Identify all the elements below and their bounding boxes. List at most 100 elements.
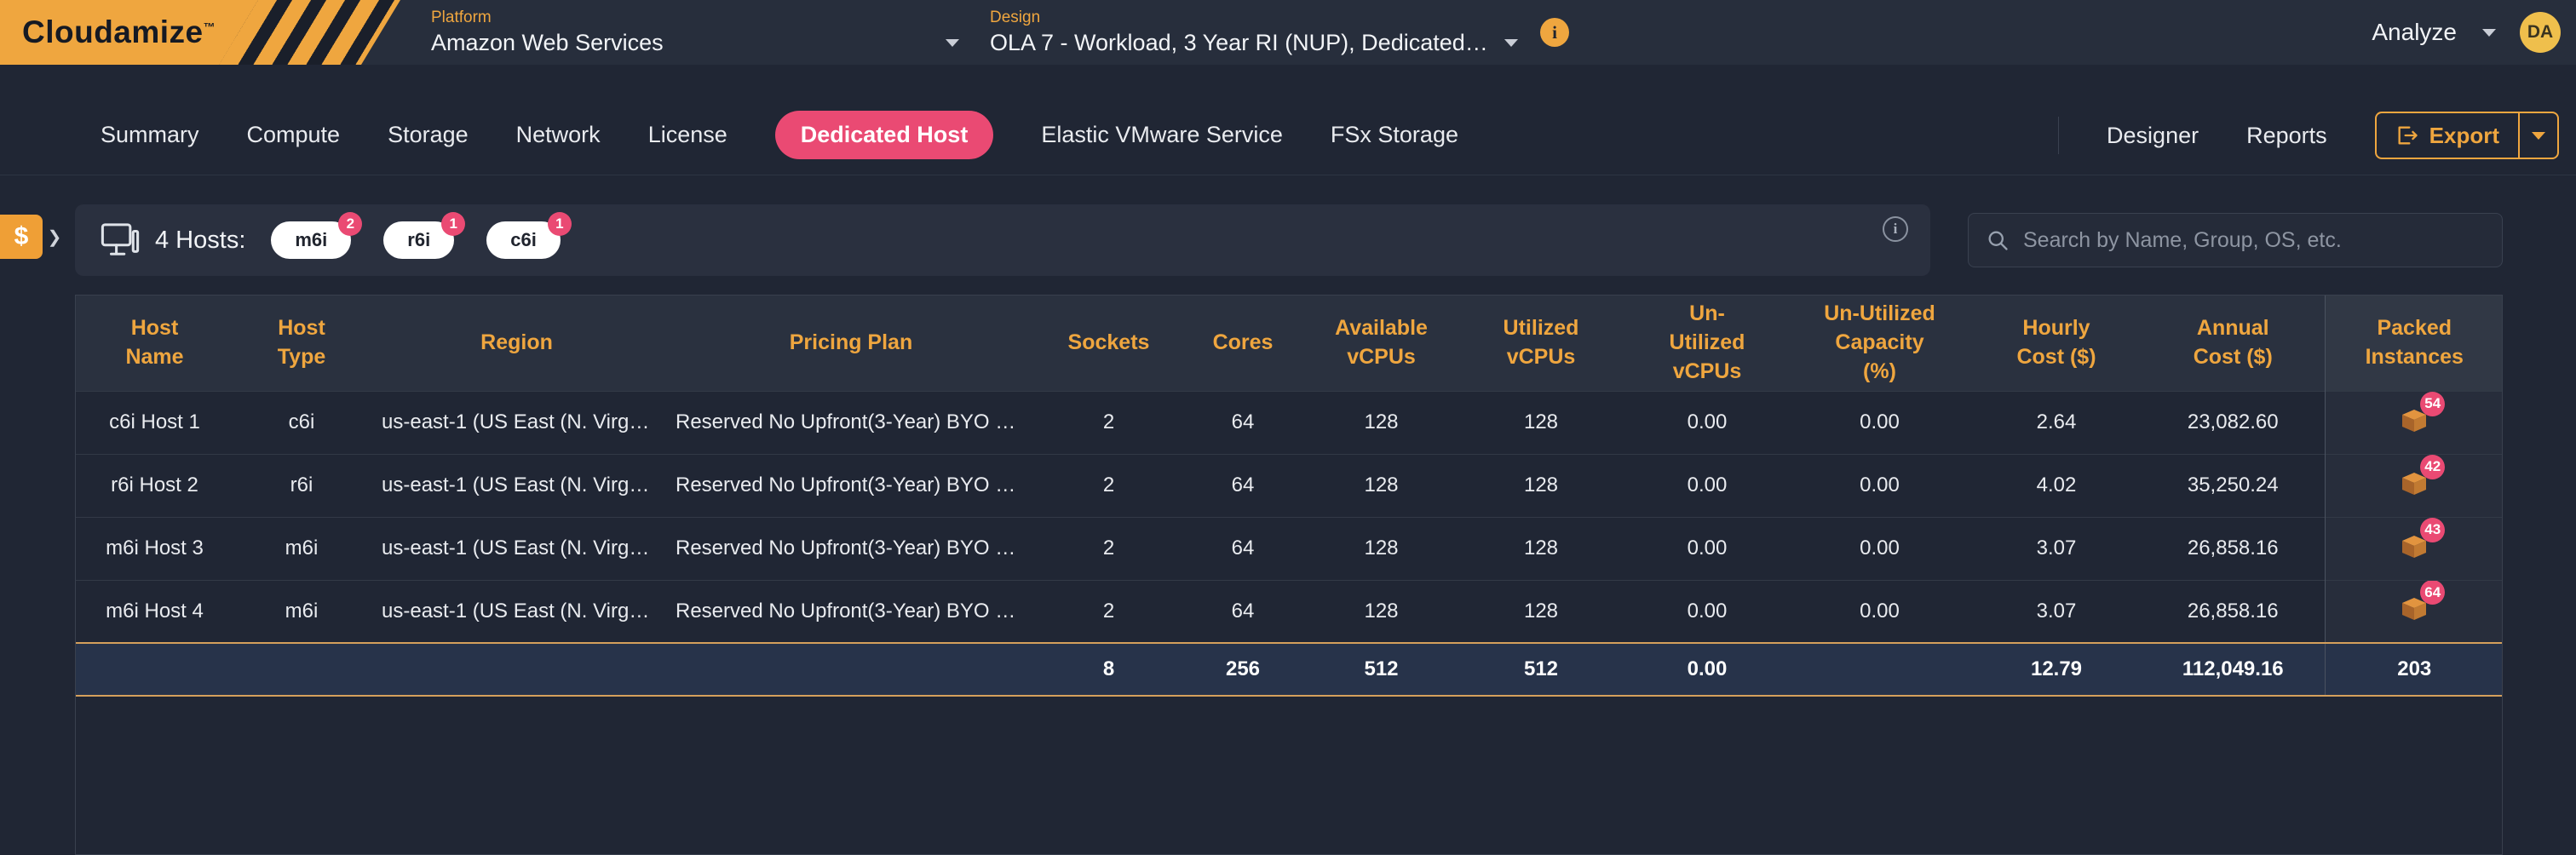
cell-available-vcpus: 128 — [1307, 580, 1456, 643]
total-sockets: 8 — [1038, 643, 1179, 696]
hosts-count-label: 4 Hosts: — [155, 227, 245, 255]
platform-dropdown[interactable]: Platform Amazon Web Services — [431, 9, 959, 56]
pill-count-badge: 2 — [338, 212, 362, 236]
info-icon[interactable]: i — [1883, 216, 1908, 242]
design-label: Design — [990, 9, 1518, 27]
export-button[interactable]: Export — [2377, 113, 2518, 158]
design-dropdown[interactable]: Design OLA 7 - Workload, 3 Year RI (NUP)… — [990, 9, 1518, 56]
col-header-annual-cost: Annual Cost ($) — [2142, 296, 2325, 391]
cell-hourly-cost: 2.64 — [1971, 391, 2142, 454]
search-input[interactable] — [2023, 228, 2485, 253]
cell-sockets: 2 — [1038, 391, 1179, 454]
cell-annual-cost: 26,858.16 — [2142, 517, 2325, 580]
cell-host-name: c6i Host 1 — [76, 391, 233, 454]
table-row[interactable]: m6i Host 3 m6i us-east-1 (US East (N. Vi… — [76, 517, 2503, 580]
cell-utilized-vcpus: 128 — [1456, 391, 1626, 454]
col-header-host-name: Host Name — [76, 296, 233, 391]
cell-unutilized-capacity: 0.00 — [1788, 517, 1971, 580]
packed-instances-icon[interactable]: 42 — [2397, 466, 2431, 500]
filter-row: 4 Hosts: m6i 2 r6i 1 c6i 1 i — [75, 204, 2503, 276]
tab-fsx-storage[interactable]: FSx Storage — [1331, 122, 1458, 148]
col-header-sockets: Sockets — [1038, 296, 1179, 391]
pill-label: r6i — [407, 229, 430, 250]
cell-region: us-east-1 (US East (N. Virginia)) — [370, 517, 664, 580]
host-type-pill-m6i[interactable]: m6i 2 — [271, 221, 351, 259]
chevron-down-icon — [1504, 39, 1518, 47]
cell-sockets: 2 — [1038, 580, 1179, 643]
cell-region: us-east-1 (US East (N. Virginia)) — [370, 580, 664, 643]
cell-hourly-cost: 3.07 — [1971, 580, 2142, 643]
cell-available-vcpus: 128 — [1307, 517, 1456, 580]
export-label: Export — [2429, 123, 2499, 149]
pill-count-badge: 1 — [548, 212, 572, 236]
cost-panel-toggle[interactable]: $ ❯ — [0, 215, 66, 259]
host-type-pill-r6i[interactable]: r6i 1 — [383, 221, 454, 259]
cell-pricing-plan: Reserved No Upfront(3-Year) BYO MSFT... — [664, 454, 1038, 517]
cell-host-name: r6i Host 2 — [76, 454, 233, 517]
cell-annual-cost: 26,858.16 — [2142, 580, 2325, 643]
table-row[interactable]: r6i Host 2 r6i us-east-1 (US East (N. Vi… — [76, 454, 2503, 517]
chevron-down-icon — [2482, 29, 2496, 37]
avatar[interactable]: DA — [2520, 12, 2561, 53]
pill-label: m6i — [295, 229, 327, 250]
packed-instances-icon[interactable]: 64 — [2397, 591, 2431, 625]
cell-sockets: 2 — [1038, 517, 1179, 580]
packed-count-badge: 64 — [2420, 580, 2445, 605]
designer-link[interactable]: Designer — [2107, 123, 2199, 149]
tab-bar: Summary Compute Storage Network License … — [0, 65, 2576, 175]
tab-storage[interactable]: Storage — [388, 122, 469, 148]
cell-region: us-east-1 (US East (N. Virginia)) — [370, 454, 664, 517]
cell-utilized-vcpus: 128 — [1456, 517, 1626, 580]
info-icon[interactable]: i — [1540, 18, 1569, 47]
cell-host-name: m6i Host 3 — [76, 517, 233, 580]
cell-packed-instances: 64 — [2325, 580, 2503, 643]
total-unutilized-vcpus: 0.00 — [1626, 643, 1788, 696]
tab-network[interactable]: Network — [516, 122, 601, 148]
packed-count-badge: 54 — [2420, 392, 2445, 416]
cell-packed-instances: 43 — [2325, 517, 2503, 580]
col-header-pricing-plan: Pricing Plan — [664, 296, 1038, 391]
cloudamize-logo: Cloudamize™ — [0, 0, 400, 65]
packed-instances-icon[interactable]: 43 — [2397, 529, 2431, 563]
search-icon — [1986, 228, 2010, 252]
hosts-icon — [101, 222, 140, 258]
tab-elastic-vmware-service[interactable]: Elastic VMware Service — [1041, 122, 1283, 148]
total-unutilized-capacity — [1788, 643, 1971, 696]
pill-count-badge: 1 — [441, 212, 465, 236]
cell-cores: 64 — [1179, 580, 1307, 643]
table-row[interactable]: c6i Host 1 c6i us-east-1 (US East (N. Vi… — [76, 391, 2503, 454]
cell-host-name: m6i Host 4 — [76, 580, 233, 643]
host-type-pill-c6i[interactable]: c6i 1 — [486, 221, 561, 259]
tab-license[interactable]: License — [648, 122, 727, 148]
hosts-summary-panel: 4 Hosts: m6i 2 r6i 1 c6i 1 i — [75, 204, 1930, 276]
tab-compute[interactable]: Compute — [247, 122, 341, 148]
analyze-menu[interactable]: Analyze — [2372, 19, 2496, 46]
cell-hourly-cost: 4.02 — [1971, 454, 2142, 517]
tab-dedicated-host[interactable]: Dedicated Host — [775, 111, 994, 159]
platform-value: Amazon Web Services — [431, 30, 664, 56]
chevron-down-icon — [946, 39, 959, 47]
cell-utilized-vcpus: 128 — [1456, 580, 1626, 643]
col-header-unutilized-vcpus: Un-Utilized vCPUs — [1626, 296, 1788, 391]
export-dropdown-button[interactable] — [2518, 113, 2557, 158]
packed-instances-icon[interactable]: 54 — [2397, 403, 2431, 437]
table-row[interactable]: m6i Host 4 m6i us-east-1 (US East (N. Vi… — [76, 580, 2503, 643]
cell-available-vcpus: 128 — [1307, 391, 1456, 454]
reports-link[interactable]: Reports — [2246, 123, 2327, 149]
cell-available-vcpus: 128 — [1307, 454, 1456, 517]
platform-label: Platform — [431, 9, 959, 27]
cell-sockets: 2 — [1038, 454, 1179, 517]
packed-count-badge: 42 — [2420, 455, 2445, 479]
top-bar: Cloudamize™ Platform Amazon Web Services… — [0, 0, 2576, 65]
totals-spacer — [76, 643, 1038, 696]
chevron-down-icon — [2532, 132, 2545, 140]
cell-packed-instances: 42 — [2325, 454, 2503, 517]
design-value: OLA 7 - Workload, 3 Year RI (NUP), Dedic… — [990, 30, 1489, 56]
tab-summary[interactable]: Summary — [101, 122, 199, 148]
logo-text: Cloudamize™ — [22, 14, 216, 50]
chevron-right-icon: ❯ — [43, 215, 66, 259]
cell-hourly-cost: 3.07 — [1971, 517, 2142, 580]
col-header-utilized-vcpus: Utilized vCPUs — [1456, 296, 1626, 391]
cell-region: us-east-1 (US East (N. Virginia)) — [370, 391, 664, 454]
cell-unutilized-capacity: 0.00 — [1788, 580, 1971, 643]
